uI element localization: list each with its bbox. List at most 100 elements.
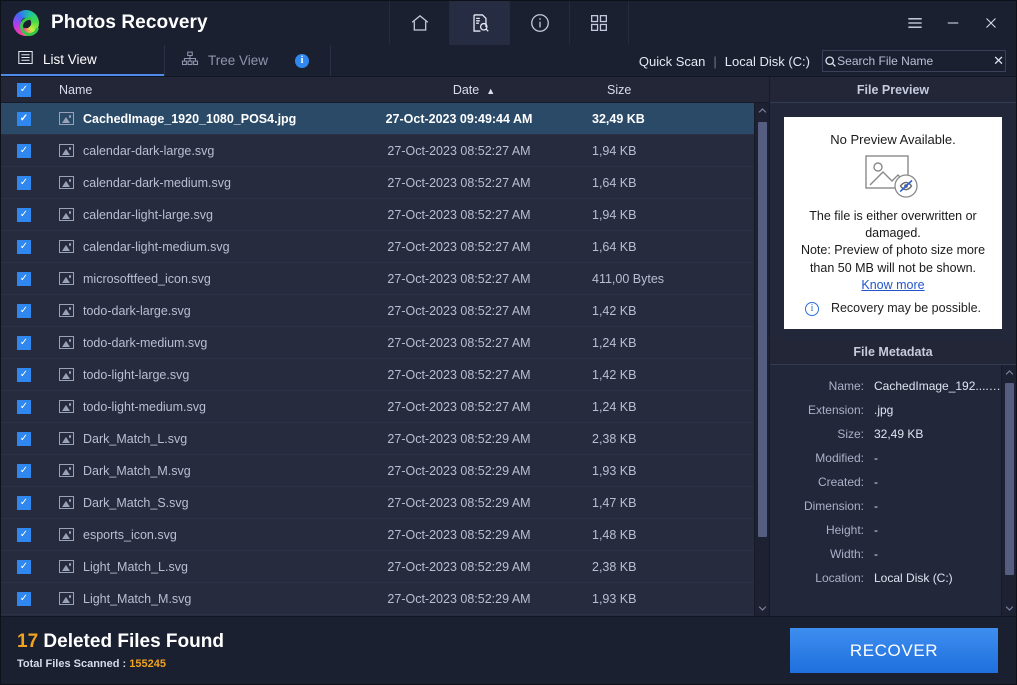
column-header-name[interactable]: Name (47, 83, 359, 97)
tab-list-view[interactable]: List View (1, 45, 164, 76)
file-metadata-area: Name: CachedImage_192....jpg Extension: .jp… (770, 365, 1016, 616)
row-checkbox[interactable]: ✓ (1, 335, 47, 350)
row-date-cell: 27-Oct-2023 08:52:29 AM (387, 559, 531, 574)
no-preview-image-icon (865, 155, 921, 199)
file-metadata-list: Name: CachedImage_192....jpg Extension: .jp… (770, 365, 1001, 616)
table-row[interactable]: ✓ Dark_Match_S.svg 27-Oct-2023 08:52:29 AM… (1, 487, 754, 519)
table-row[interactable]: ✓ calendar-dark-large.svg 27-Oct-2023 08:5… (1, 135, 754, 167)
row-file-name: calendar-dark-medium.svg (83, 175, 231, 190)
row-checkbox[interactable]: ✓ (1, 591, 47, 606)
row-checkbox[interactable]: ✓ (1, 527, 47, 542)
image-file-icon (59, 144, 74, 157)
row-checkbox[interactable]: ✓ (1, 271, 47, 286)
know-more-link[interactable]: Know more (861, 278, 924, 292)
tree-view-icon (181, 51, 199, 71)
image-file-icon (59, 528, 74, 541)
table-row[interactable]: ✓ esports_icon.svg 27-Oct-2023 08:52:29 AM… (1, 519, 754, 551)
table-row[interactable]: ✓ Dark_Match_L.svg 27-Oct-2023 08:52:29 AM… (1, 423, 754, 455)
row-checkbox[interactable]: ✓ (1, 495, 47, 510)
checkbox-checked-icon: ✓ (17, 367, 31, 382)
row-name-cell: Dark_Match_L.svg (47, 432, 344, 446)
close-icon[interactable] (974, 8, 1008, 38)
row-checkbox[interactable]: ✓ (1, 303, 47, 318)
row-name-cell: calendar-light-medium.svg (47, 240, 344, 254)
tab-tree-view-label: Tree View (208, 53, 269, 68)
table-row[interactable]: ✓ microsoftfeed_icon.svg 27-Oct-2023 08:52… (1, 263, 754, 295)
file-list-scroll-thumb[interactable] (757, 122, 767, 537)
file-list-header: ✓ Name Date ▲ Size (1, 77, 769, 103)
metadata-scroll-up-icon[interactable] (1002, 365, 1017, 380)
metadata-row: Extension: .jpg (770, 403, 1001, 417)
file-list-rows: ✓ CachedImage_1920_1080_POS4.jpg 27-Oct-20… (1, 103, 754, 616)
grid-icon[interactable] (569, 1, 629, 45)
preview-damage-line: The file is either overwritten or damage… (809, 208, 977, 241)
row-checkbox[interactable]: ✓ (1, 111, 47, 126)
table-row[interactable]: ✓ todo-dark-large.svg 27-Oct-2023 08:52:27… (1, 295, 754, 327)
search-input[interactable] (837, 51, 993, 71)
table-row[interactable]: ✓ todo-dark-medium.svg 27-Oct-2023 08:52:2… (1, 327, 754, 359)
metadata-value: - (874, 523, 878, 538)
checkbox-checked-icon: ✓ (17, 303, 31, 318)
scroll-up-icon[interactable] (755, 103, 770, 118)
row-checkbox[interactable]: ✓ (1, 463, 47, 478)
side-panel: File Preview No Preview Available. The f… (769, 77, 1016, 616)
file-list-scrollbar[interactable] (754, 103, 769, 616)
table-row[interactable]: ✓ calendar-dark-medium.svg 27-Oct-2023 08:… (1, 167, 754, 199)
table-row[interactable]: ✓ Light_Match_L.svg 27-Oct-2023 08:52:29 A… (1, 551, 754, 583)
metadata-scrollbar[interactable] (1001, 365, 1016, 616)
footer-bar: 17 Deleted Files Found Total Files Scann… (1, 616, 1016, 684)
row-date-cell: 27-Oct-2023 09:49:44 AM (385, 111, 533, 126)
metadata-scroll-down-icon[interactable] (1002, 601, 1017, 616)
row-date-cell: 27-Oct-2023 08:52:27 AM (387, 175, 531, 190)
row-file-name: microsoftfeed_icon.svg (83, 271, 211, 286)
menu-icon[interactable] (898, 8, 932, 38)
recovery-possible-note: i Recovery may be possible. (794, 300, 992, 317)
metadata-value: CachedImage_192....jpg (874, 379, 1001, 394)
metadata-scroll-track[interactable] (1002, 380, 1017, 601)
search-clear-icon[interactable]: ✕ (992, 53, 1005, 69)
checkbox-checked-icon: ✓ (17, 175, 31, 190)
row-checkbox[interactable]: ✓ (1, 431, 47, 446)
checkbox-checked-icon: ✓ (17, 335, 31, 350)
row-checkbox[interactable]: ✓ (1, 399, 47, 414)
row-checkbox[interactable]: ✓ (1, 143, 47, 158)
tab-tree-view[interactable]: Tree View i (164, 45, 331, 76)
table-row[interactable]: ✓ Light_Match_M.svg 27-Oct-2023 08:52:29 A… (1, 583, 754, 615)
metadata-row: Modified: - (770, 451, 1001, 465)
metadata-key: Dimension: (803, 499, 864, 514)
table-row[interactable]: ✓ todo-light-large.svg 27-Oct-2023 08:52:2… (1, 359, 754, 391)
home-icon[interactable] (389, 1, 449, 45)
toolbar (389, 1, 629, 45)
scan-document-icon[interactable] (449, 1, 509, 45)
recover-button[interactable]: RECOVER (790, 628, 998, 673)
column-header-date-label: Date (452, 82, 480, 97)
metadata-row: Size: 32,49 KB (770, 427, 1001, 441)
row-checkbox[interactable]: ✓ (1, 559, 47, 574)
row-checkbox[interactable]: ✓ (1, 207, 47, 222)
row-name-cell: todo-light-medium.svg (47, 400, 344, 414)
search-box[interactable]: ✕ (822, 50, 1006, 72)
table-row[interactable]: ✓ calendar-light-medium.svg 27-Oct-2023 08… (1, 231, 754, 263)
column-header-size[interactable]: Size (589, 83, 769, 97)
row-file-name: Light_Match_L.svg (83, 559, 188, 574)
row-checkbox[interactable]: ✓ (1, 239, 47, 254)
table-row[interactable]: ✓ todo-light-medium.svg 27-Oct-2023 08:52:… (1, 391, 754, 423)
row-file-name: calendar-dark-large.svg (83, 143, 215, 158)
column-header-date[interactable]: Date ▲ (359, 83, 589, 97)
row-checkbox[interactable]: ✓ (1, 367, 47, 382)
table-row[interactable]: ✓ calendar-light-large.svg 27-Oct-2023 08:… (1, 199, 754, 231)
table-row[interactable]: ✓ CachedImage_1920_1080_POS4.jpg 27-Oct-20… (1, 103, 754, 135)
row-file-name: Light_Match_M.svg (83, 591, 192, 606)
scroll-down-icon[interactable] (755, 601, 770, 616)
metadata-key: Width: (829, 547, 864, 562)
select-all-checkbox[interactable]: ✓ (1, 82, 47, 97)
info-icon[interactable] (509, 1, 569, 45)
minimize-icon[interactable] (936, 8, 970, 38)
tree-view-info-badge[interactable]: i (295, 53, 310, 68)
row-size-cell: 411,00 Bytes (592, 271, 665, 286)
file-list-scroll-track[interactable] (755, 118, 770, 601)
metadata-scroll-thumb[interactable] (1004, 383, 1014, 576)
image-file-icon (59, 432, 74, 445)
table-row[interactable]: ✓ Dark_Match_M.svg 27-Oct-2023 08:52:29 AM… (1, 455, 754, 487)
row-checkbox[interactable]: ✓ (1, 175, 47, 190)
